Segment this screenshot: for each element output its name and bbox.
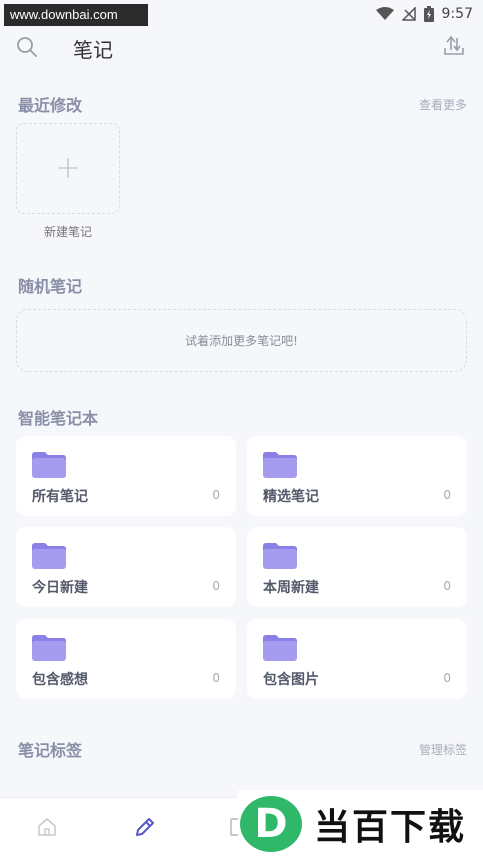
home-icon[interactable] xyxy=(36,816,58,838)
plus-icon xyxy=(58,158,78,178)
notebook-card-label: 本周新建 xyxy=(263,580,319,596)
view-more-link[interactable]: 查看更多 xyxy=(419,96,467,113)
section-title-tags: 笔记标签 xyxy=(18,741,83,760)
folder-icon xyxy=(263,543,297,569)
section-title-smart: 智能笔记本 xyxy=(18,409,99,428)
status-bar: 9:57 xyxy=(375,4,473,24)
folder-icon xyxy=(32,635,66,661)
folder-icon xyxy=(263,635,297,661)
notebook-card-images[interactable]: 包含图片 0 xyxy=(247,619,467,699)
notebook-card-count: 0 xyxy=(443,488,451,502)
notebook-card-label: 所有笔记 xyxy=(32,489,88,505)
notebook-card-label: 今日新建 xyxy=(32,580,88,596)
section-title-recent: 最近修改 xyxy=(18,96,83,115)
notebook-card-count: 0 xyxy=(212,488,220,502)
notebook-card-count: 0 xyxy=(443,579,451,593)
watermark-logo: D 当百下载 xyxy=(238,790,483,858)
notebook-card-label: 包含感想 xyxy=(32,672,88,688)
search-icon[interactable] xyxy=(16,36,38,58)
logo-text: 当百下载 xyxy=(314,807,467,848)
watermark-text: www.downbai.com xyxy=(4,4,148,26)
notebook-card-count: 0 xyxy=(443,671,451,685)
notebook-card-today[interactable]: 今日新建 0 xyxy=(16,527,236,607)
wifi-icon xyxy=(375,7,394,20)
random-empty-text: 试着添加更多笔记吧! xyxy=(185,334,298,348)
section-title-random: 随机笔记 xyxy=(18,277,83,296)
logo-letter: D xyxy=(240,796,302,852)
notebook-card-label: 包含图片 xyxy=(263,672,319,688)
upload-icon[interactable] xyxy=(443,34,465,56)
folder-icon xyxy=(32,452,66,478)
notebook-card-thoughts[interactable]: 包含感想 0 xyxy=(16,619,236,699)
notebook-card-featured[interactable]: 精选笔记 0 xyxy=(247,436,467,516)
signal-icon xyxy=(401,7,416,21)
new-note-label: 新建笔记 xyxy=(43,225,92,239)
folder-icon xyxy=(263,452,297,478)
manage-tags-link[interactable]: 管理标签 xyxy=(419,741,467,758)
notebook-card-count: 0 xyxy=(212,579,220,593)
notebook-card-label: 精选笔记 xyxy=(263,489,319,505)
notebook-card-count: 0 xyxy=(212,671,220,685)
notebook-card-week[interactable]: 本周新建 0 xyxy=(247,527,467,607)
folder-icon xyxy=(32,543,66,569)
battery-icon xyxy=(423,6,434,22)
pencil-icon[interactable] xyxy=(133,815,157,839)
notebook-card-all[interactable]: 所有笔记 0 xyxy=(16,436,236,516)
random-notes-empty: 试着添加更多笔记吧! xyxy=(16,309,467,372)
page-title: 笔记 xyxy=(73,38,113,62)
status-time: 9:57 xyxy=(441,6,473,22)
